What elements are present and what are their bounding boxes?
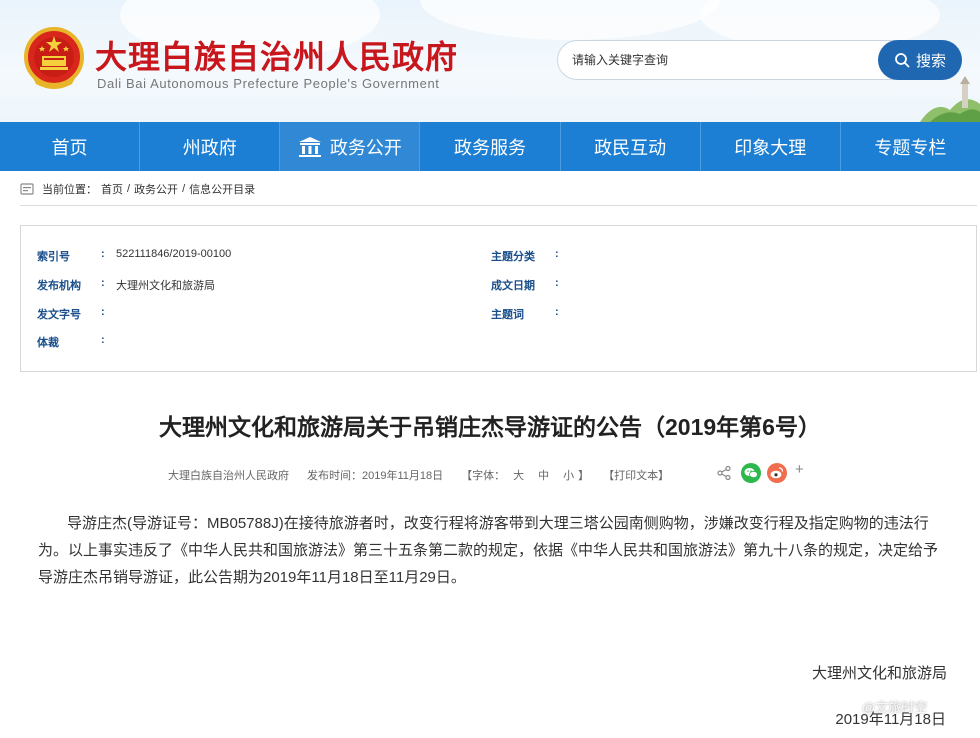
- nav-item-gov-affairs-open[interactable]: 政务公开: [280, 122, 421, 171]
- info-row: 发布机构 : 大理州文化和旅游局 成文日期 :: [21, 277, 976, 297]
- breadcrumb-separator: /: [127, 183, 131, 195]
- nav-item-prefecture-gov[interactable]: 州政府: [140, 122, 281, 171]
- pagoda-illustration-icon: [920, 76, 980, 122]
- colon: :: [101, 248, 105, 260]
- topic-label: 主题分类: [491, 251, 535, 263]
- site-header: 大理白族自治州人民政府 Dali Bai Autonomous Prefectu…: [0, 0, 980, 122]
- publish-date: 2019年11月18日: [362, 470, 444, 482]
- date-label: 成文日期: [491, 280, 535, 292]
- index-label: 索引号: [37, 251, 70, 263]
- nav-item-special-topics[interactable]: 专题专栏: [841, 122, 980, 171]
- genre-label: 体裁: [37, 337, 59, 349]
- signature-org: 大理州文化和旅游局: [811, 665, 947, 682]
- info-row: 发文字号 : 主题词 :: [21, 306, 976, 326]
- breadcrumb-prefix: 当前位置：: [42, 184, 97, 196]
- watermark: @文旅时空: [862, 700, 928, 715]
- nav-item-impression-dali[interactable]: 印象大理: [701, 122, 841, 171]
- info-row: 体裁 :: [21, 334, 976, 354]
- wechat-share-icon[interactable]: [741, 463, 761, 483]
- colon: :: [555, 277, 559, 289]
- search-input[interactable]: [572, 50, 872, 70]
- colon: :: [101, 334, 105, 346]
- breadcrumb-divider: [20, 205, 977, 206]
- more-share-button[interactable]: +: [795, 461, 804, 478]
- article-meta: 大理白族自治州人民政府 发布时间： 2019年11月18日 【字体： 大 中 小…: [168, 466, 669, 484]
- colon: :: [101, 306, 105, 318]
- docno-label: 发文字号: [37, 309, 81, 321]
- breadcrumb-gov-affairs[interactable]: 政务公开: [134, 181, 178, 197]
- nav-item-gov-services[interactable]: 政务服务: [420, 122, 561, 171]
- article-body: 导游庄杰(导游证号：MB05788J)在接待旅游者时，改变行程将游客带到大理三塔…: [38, 515, 939, 586]
- colon: :: [101, 277, 105, 289]
- nav-item-interaction[interactable]: 政民互动: [561, 122, 701, 171]
- issuer-label: 发布机构: [37, 280, 81, 292]
- breadcrumb: 当前位置： 首页 / 政务公开 / 信息公开目录: [20, 180, 255, 198]
- font-size-large[interactable]: 大: [513, 467, 524, 483]
- font-size-close: 】: [578, 470, 590, 482]
- index-value: 522111846/2019-00100: [116, 248, 232, 260]
- info-row: 索引号 : 522111846/2019-00100 主题分类 :: [21, 248, 976, 268]
- colon: :: [555, 306, 559, 318]
- weibo-share-icon[interactable]: [767, 463, 787, 483]
- share-icon[interactable]: [716, 465, 732, 481]
- site-subtitle: Dali Bai Autonomous Prefecture People's …: [97, 76, 440, 91]
- site-title: 大理白族自治州人民政府: [95, 39, 459, 75]
- article-source: 大理白族自治州人民政府: [168, 470, 289, 482]
- font-size-medium[interactable]: 中: [538, 467, 549, 483]
- breadcrumb-catalog[interactable]: 信息公开目录: [189, 181, 255, 197]
- breadcrumb-home[interactable]: 首页: [101, 181, 123, 197]
- issuer-value: 大理州文化和旅游局: [116, 280, 215, 292]
- document-info-table: 索引号 : 522111846/2019-00100 主题分类 : 发布机构 :…: [20, 225, 977, 372]
- search-icon: [895, 53, 910, 68]
- breadcrumb-separator: /: [182, 183, 186, 195]
- nav-item-home[interactable]: 首页: [0, 122, 141, 171]
- building-icon: [298, 136, 321, 157]
- font-size-label: 【字体：: [461, 470, 506, 482]
- article-title: 大理州文化和旅游局关于吊销庄杰导游证的公告（2019年第6号）: [159, 414, 821, 440]
- print-button[interactable]: 【打印文本】: [603, 467, 669, 483]
- main-nav: 首页 州政府 政务公开 政务服务 政民互动 印象大理 专题专栏: [0, 122, 980, 171]
- publish-label: 发布时间：: [307, 470, 362, 482]
- keyword-label: 主题词: [491, 309, 524, 321]
- national-emblem-icon: [24, 27, 84, 89]
- search-button-label: 搜索: [915, 52, 946, 70]
- location-icon: [20, 183, 34, 195]
- font-size-small[interactable]: 小: [563, 467, 574, 483]
- colon: :: [555, 248, 559, 260]
